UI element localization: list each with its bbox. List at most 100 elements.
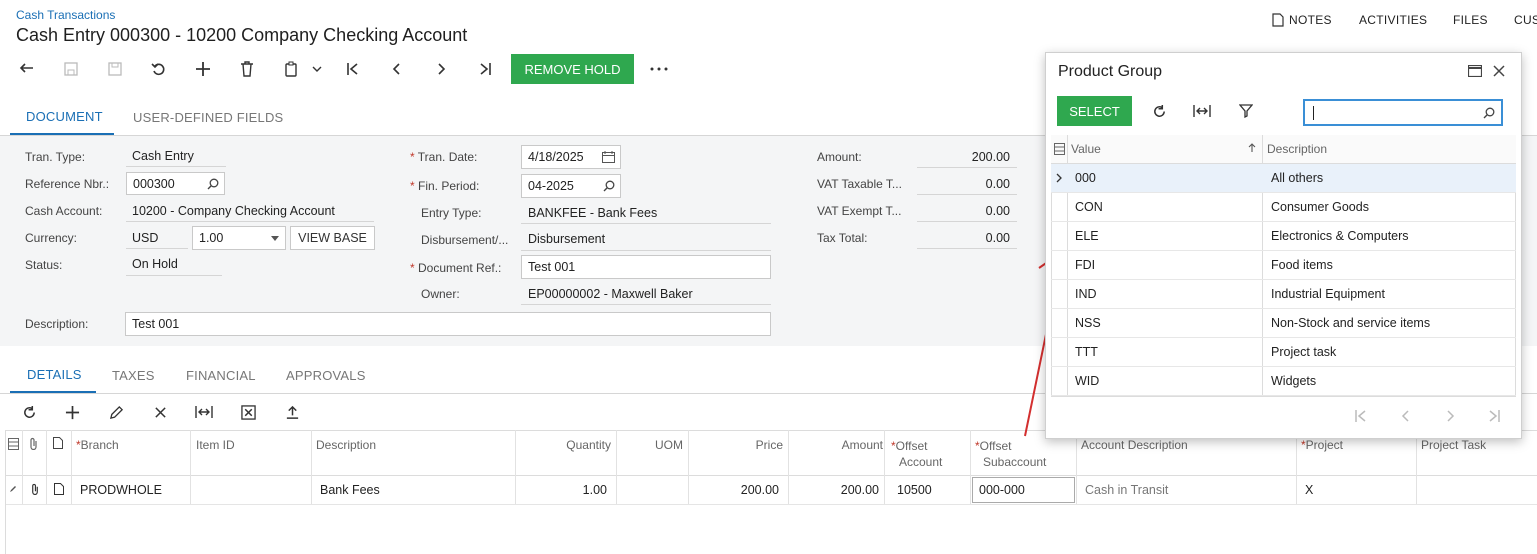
col-project-task[interactable]: Project Task <box>1421 438 1486 452</box>
maximize-icon[interactable] <box>1468 65 1482 77</box>
document-ref-field[interactable]: Test 001 <box>521 255 771 279</box>
notes-button[interactable]: NOTES <box>1272 13 1332 27</box>
refresh-icon[interactable] <box>18 401 40 423</box>
col-description[interactable]: Description <box>316 438 376 452</box>
entry-type-value[interactable]: BANKFEE - Bank Fees <box>528 206 657 220</box>
description-field[interactable]: Test 001 <box>125 312 771 336</box>
save-icon[interactable] <box>60 58 82 80</box>
customization-button[interactable]: CUS <box>1514 13 1537 27</box>
description-value: Test 001 <box>132 317 180 331</box>
dialog-cell-value: FDI <box>1075 258 1096 272</box>
dialog-row[interactable]: WID Widgets <box>1051 367 1516 396</box>
dialog-row[interactable]: TTT Project task <box>1051 338 1516 367</box>
cell-branch[interactable]: PRODWHOLE <box>80 483 162 497</box>
tab-document[interactable]: DOCUMENT <box>26 109 103 124</box>
tab-approvals[interactable]: APPROVALS <box>286 368 366 383</box>
col-project[interactable]: *Project <box>1301 438 1343 452</box>
previous-record-icon[interactable] <box>386 58 408 80</box>
attachment-icon[interactable] <box>30 483 40 495</box>
disbursement-label: Disbursement/... <box>421 233 509 247</box>
next-page-icon[interactable] <box>1443 409 1457 423</box>
tab-financial[interactable]: FINANCIAL <box>186 368 256 383</box>
cell-project[interactable]: X <box>1305 483 1313 497</box>
currency-value[interactable]: USD <box>132 231 158 245</box>
product-group-dialog: Product Group SELECT Value Description 0… <box>1045 52 1522 439</box>
dialog-cell-value: CON <box>1075 200 1103 214</box>
close-icon[interactable] <box>149 401 171 423</box>
previous-page-icon[interactable] <box>1399 409 1413 423</box>
refresh-icon[interactable] <box>1148 100 1170 122</box>
cell-offset-subaccount[interactable]: 000-000 <box>972 477 1075 503</box>
dialog-row[interactable]: FDI Food items <box>1051 251 1516 280</box>
first-record-icon[interactable] <box>342 58 364 80</box>
tab-user-defined-fields[interactable]: USER-DEFINED FIELDS <box>133 110 283 125</box>
owner-value[interactable]: EP00000002 - Maxwell Baker <box>528 287 693 301</box>
search-icon[interactable] <box>603 180 615 192</box>
first-page-icon[interactable] <box>1354 409 1368 423</box>
col-offset-subaccount[interactable]: *Offset Subaccount <box>975 438 1046 470</box>
col-branch[interactable]: *Branch <box>76 438 119 452</box>
dialog-row[interactable]: NSS Non-Stock and service items <box>1051 309 1516 338</box>
note-icon[interactable] <box>54 483 64 495</box>
search-icon[interactable] <box>1483 107 1495 119</box>
chevron-down-icon[interactable] <box>306 58 328 80</box>
fin-period-field[interactable]: 04-2025 <box>521 174 621 198</box>
add-icon[interactable] <box>192 58 214 80</box>
col-offset-account[interactable]: *Offset Account <box>891 438 942 470</box>
select-button[interactable]: SELECT <box>1057 96 1132 126</box>
dialog-search-input[interactable] <box>1303 99 1503 126</box>
col-item-id[interactable]: Item ID <box>196 438 235 452</box>
upload-icon[interactable] <box>281 401 303 423</box>
activities-button[interactable]: ACTIVITIES <box>1359 13 1427 27</box>
edit-icon[interactable] <box>105 401 127 423</box>
search-icon[interactable] <box>207 178 219 190</box>
cell-offset-account[interactable]: 10500 <box>897 483 932 497</box>
filter-icon[interactable] <box>1235 100 1257 122</box>
save-close-icon[interactable] <box>104 58 126 80</box>
breadcrumb[interactable]: Cash Transactions <box>16 8 115 22</box>
tab-taxes[interactable]: TAXES <box>112 368 155 383</box>
disbursement-value[interactable]: Disbursement <box>528 232 605 246</box>
col-account-description[interactable]: Account Description <box>1081 438 1188 452</box>
copy-icon[interactable] <box>280 58 302 80</box>
add-row-icon[interactable] <box>61 401 83 423</box>
last-page-icon[interactable] <box>1487 409 1501 423</box>
dialog-row[interactable]: CON Consumer Goods <box>1051 193 1516 222</box>
dialog-row[interactable]: 000 All others <box>1051 164 1516 193</box>
last-record-icon[interactable] <box>474 58 496 80</box>
cell-price[interactable]: 200.00 <box>720 483 779 497</box>
undo-icon[interactable] <box>148 58 170 80</box>
cell-description[interactable]: Bank Fees <box>320 483 380 497</box>
reference-nbr-field[interactable]: 000300 <box>126 172 225 195</box>
tab-details[interactable]: DETAILS <box>27 367 82 382</box>
cell-quantity[interactable]: 1.00 <box>540 483 607 497</box>
currency-rate-select[interactable]: 1.00 <box>192 226 286 250</box>
col-uom[interactable]: UOM <box>640 438 683 452</box>
col-amount[interactable]: Amount <box>810 438 883 452</box>
cell-account-description: Cash in Transit <box>1085 483 1169 497</box>
col-quantity[interactable]: Quantity <box>540 438 611 452</box>
row-selector-icon <box>8 438 19 450</box>
vat-taxable-value: 0.00 <box>985 177 1010 191</box>
cell-amount[interactable]: 200.00 <box>810 483 879 497</box>
back-icon[interactable] <box>16 58 38 80</box>
fit-columns-icon[interactable] <box>1191 100 1213 122</box>
dialog-col-value[interactable]: Value <box>1071 142 1101 156</box>
next-record-icon[interactable] <box>430 58 452 80</box>
calendar-icon[interactable] <box>602 151 615 163</box>
excel-icon[interactable] <box>237 401 259 423</box>
cash-account-value[interactable]: 10200 - Company Checking Account <box>132 204 335 218</box>
more-icon[interactable] <box>648 58 670 80</box>
fit-columns-icon[interactable] <box>193 401 215 423</box>
dialog-cell-value: TTT <box>1075 345 1098 359</box>
dialog-row[interactable]: IND Industrial Equipment <box>1051 280 1516 309</box>
dialog-col-description[interactable]: Description <box>1267 142 1327 156</box>
close-icon[interactable] <box>1493 65 1505 77</box>
view-base-button[interactable]: VIEW BASE <box>290 226 375 250</box>
tran-date-field[interactable]: 4/18/2025 <box>521 145 621 169</box>
dialog-row[interactable]: ELE Electronics & Computers <box>1051 222 1516 251</box>
files-button[interactable]: FILES <box>1453 13 1488 27</box>
col-price[interactable]: Price <box>720 438 783 452</box>
delete-icon[interactable] <box>236 58 258 80</box>
remove-hold-button[interactable]: REMOVE HOLD <box>511 54 634 84</box>
